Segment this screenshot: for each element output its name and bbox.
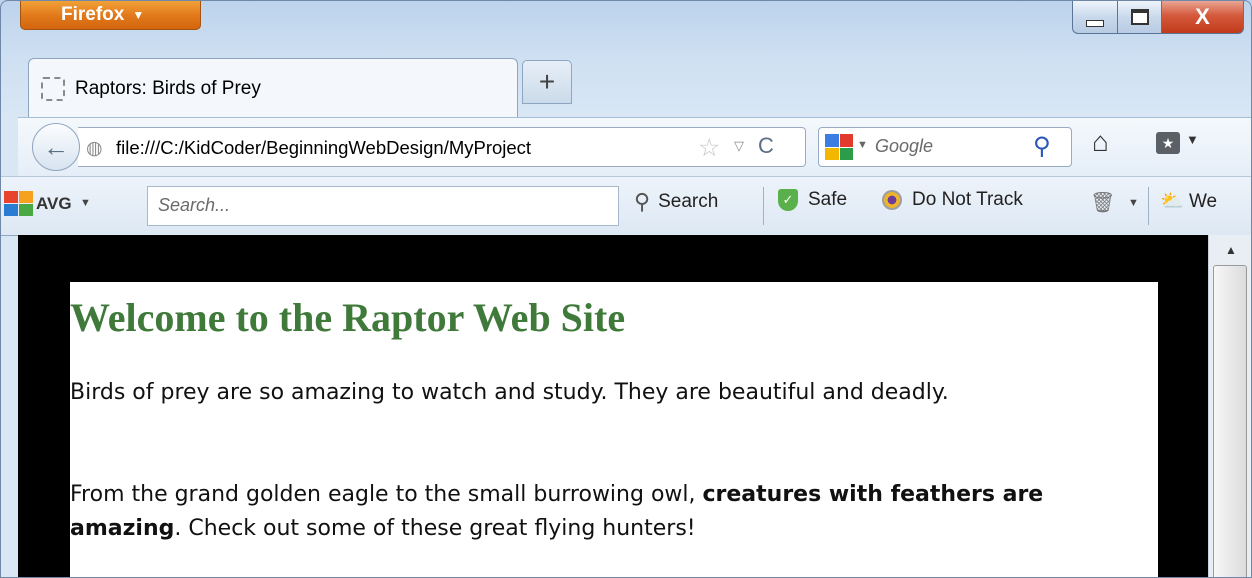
navigation-toolbar: ◍ file:///C:/KidCoder/BeginningWebDesign…: [18, 117, 1252, 176]
page-viewport: Welcome to the Raptor Web Site Birds of …: [18, 235, 1208, 578]
paragraph-creatures: From the grand golden eagle to the small…: [70, 478, 1130, 546]
bookmark-star-icon[interactable]: ☆: [698, 133, 720, 163]
back-arrow-icon: ←: [43, 131, 69, 162]
globe-icon: ◍: [86, 138, 103, 159]
paragraph-text: From the grand golden eagle to the small…: [70, 482, 703, 507]
maximize-icon: [1130, 9, 1149, 25]
scrollbar-thumb[interactable]: [1213, 265, 1247, 578]
back-button[interactable]: ←: [32, 123, 80, 171]
trash-dropdown-icon[interactable]: ▼: [1128, 197, 1139, 209]
toolbar-divider: [1148, 187, 1149, 225]
do-not-track-button[interactable]: Do Not Track: [882, 189, 1023, 211]
scroll-up-icon[interactable]: ▲: [1209, 235, 1252, 265]
maximize-button[interactable]: [1118, 0, 1162, 34]
page-favicon-icon: [41, 76, 65, 101]
avg-search-label: Search: [658, 191, 719, 212]
home-icon[interactable]: ⌂: [1092, 126, 1109, 158]
url-text[interactable]: file:///C:/KidCoder/BeginningWebDesign/M…: [116, 137, 686, 159]
magnifier-icon: ⚲: [634, 189, 651, 214]
safe-label: Safe: [808, 189, 848, 210]
avg-logo-icon[interactable]: [4, 191, 34, 217]
engine-dropdown-icon[interactable]: ▼: [857, 139, 868, 151]
search-engine-box[interactable]: ▼ Google ⚲: [818, 127, 1072, 167]
close-button[interactable]: X: [1162, 0, 1244, 34]
firefox-menu-label: Firefox: [61, 3, 125, 25]
avg-dropdown-icon[interactable]: ▼: [80, 197, 91, 209]
trash-icon[interactable]: 🗑: [1090, 190, 1115, 215]
weather-label: We: [1188, 191, 1218, 212]
paragraph-intro: Birds of prey are so amazing to watch an…: [70, 380, 949, 405]
safe-button[interactable]: ✓ Safe: [778, 189, 847, 211]
shield-icon: ✓: [778, 189, 798, 211]
address-bar[interactable]: ◍ file:///C:/KidCoder/BeginningWebDesign…: [78, 127, 806, 167]
avg-toolbar: AVG ▼ Search... ⚲ Search ✓ Safe Do Not T…: [0, 176, 1252, 236]
minimize-button[interactable]: [1072, 0, 1118, 34]
weather-icon: ⛅: [1160, 191, 1184, 212]
page-heading: Welcome to the Raptor Web Site: [70, 295, 626, 340]
history-dropdown-icon[interactable]: ▽: [734, 138, 744, 154]
firefox-menu-button[interactable]: Firefox ▼: [20, 0, 201, 30]
close-icon: X: [1195, 4, 1210, 29]
tab-raptors[interactable]: Raptors: Birds of Prey: [28, 58, 518, 118]
bookmarks-dropdown-icon[interactable]: ▼: [1186, 132, 1199, 147]
chevron-down-icon: ▼: [132, 7, 145, 22]
avg-search-input[interactable]: Search...: [147, 186, 619, 226]
avg-search-button[interactable]: ⚲ Search: [634, 189, 718, 215]
weather-button[interactable]: ⛅ We: [1160, 189, 1217, 213]
search-icon[interactable]: ⚲: [1033, 132, 1051, 161]
new-tab-button[interactable]: +: [522, 60, 572, 104]
browser-window: Firefox ▼ X Raptors: Birds of Prey + ◍ f…: [0, 0, 1252, 578]
search-engine-placeholder: Google: [875, 136, 934, 156]
tab-title: Raptors: Birds of Prey: [75, 77, 261, 99]
vertical-scrollbar[interactable]: ▲: [1208, 235, 1252, 578]
dnt-label: Do Not Track: [912, 189, 1023, 210]
google-logo-icon[interactable]: [825, 134, 853, 160]
reload-icon[interactable]: C: [758, 133, 774, 159]
plus-icon: +: [538, 66, 556, 97]
page-body: Welcome to the Raptor Web Site Birds of …: [70, 282, 1158, 578]
minimize-icon: [1086, 19, 1104, 27]
bookmarks-icon[interactable]: ★: [1156, 132, 1180, 154]
window-caption-buttons: X: [1072, 0, 1244, 34]
toolbar-divider: [763, 187, 764, 225]
eye-icon: [882, 190, 902, 210]
paragraph-text-end: . Check out some of these great flying h…: [174, 516, 696, 541]
avg-brand-label[interactable]: AVG: [36, 194, 72, 214]
